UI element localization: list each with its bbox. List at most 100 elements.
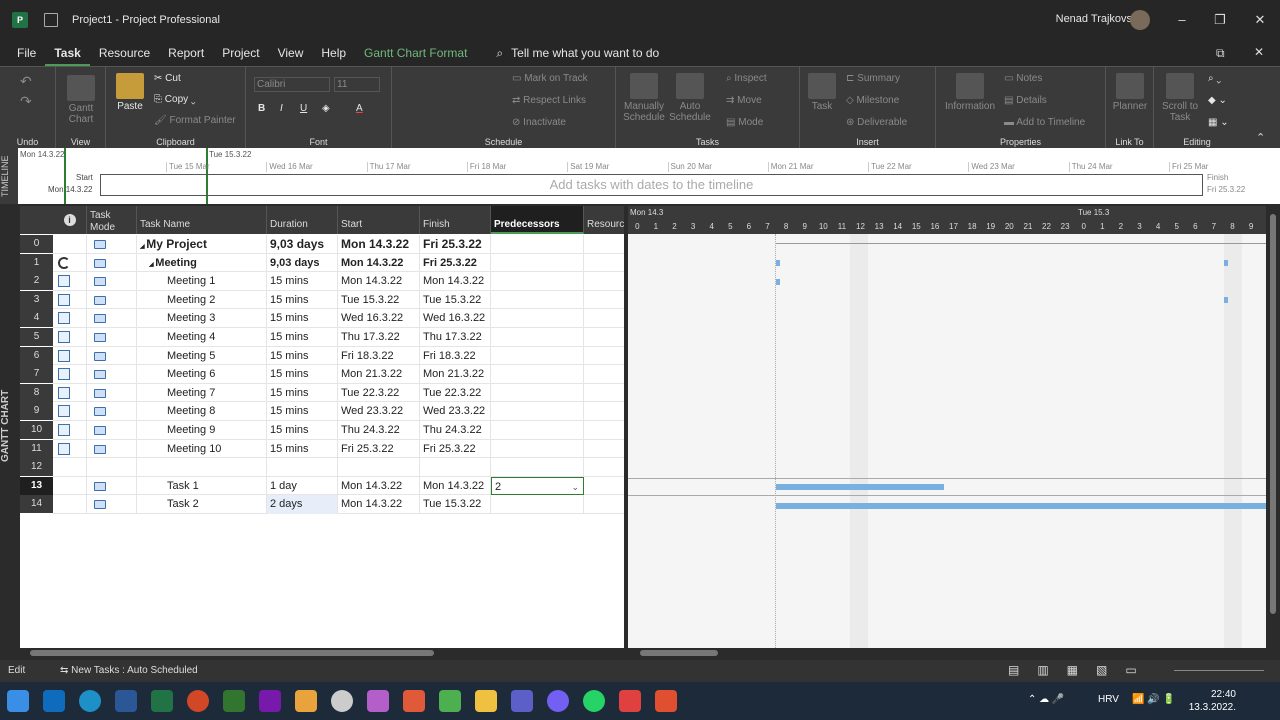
tab-project[interactable]: Project bbox=[213, 40, 268, 66]
finish-cell[interactable]: Wed 16.3.22 bbox=[420, 309, 491, 328]
predecessors-cell[interactable] bbox=[491, 328, 584, 347]
task-mode-cell[interactable] bbox=[87, 383, 137, 403]
start-cell[interactable] bbox=[338, 458, 420, 477]
indicator-cell[interactable] bbox=[53, 476, 87, 496]
ribbon-display-icon[interactable]: ⧉ bbox=[1216, 46, 1225, 61]
table-row[interactable]: Task 2 2 days Mon 14.3.22 Tue 15.3.22 bbox=[53, 495, 624, 514]
row-number[interactable]: 11 bbox=[20, 439, 53, 458]
gantt-bar-meeting[interactable] bbox=[1224, 260, 1228, 266]
minimize-icon[interactable]: – bbox=[1170, 8, 1194, 32]
row-number[interactable]: 7 bbox=[20, 365, 53, 384]
respect-links-button[interactable]: ⇄ Respect Links bbox=[512, 95, 586, 106]
maximize-icon[interactable]: ❐ bbox=[1208, 8, 1232, 32]
start-cell[interactable]: Fri 25.3.22 bbox=[338, 439, 420, 459]
scroll-to-task-button[interactable]: Scroll to Task bbox=[1158, 73, 1202, 123]
project-icon[interactable] bbox=[223, 690, 245, 712]
resource-cell[interactable] bbox=[584, 347, 624, 366]
move-button[interactable]: ⇉ Move bbox=[726, 95, 762, 106]
duration-cell[interactable]: 15 mins bbox=[267, 365, 338, 384]
row-number[interactable]: 0 bbox=[20, 235, 53, 253]
file-explorer-icon[interactable] bbox=[475, 690, 497, 712]
italic-button[interactable]: I bbox=[280, 103, 283, 114]
duration-cell[interactable]: 1 day bbox=[267, 476, 338, 496]
redo-icon[interactable]: ↷ bbox=[20, 93, 32, 110]
tab-task[interactable]: Task bbox=[45, 40, 90, 66]
find-icon[interactable]: ⌕ ⌄ bbox=[1208, 73, 1221, 84]
finish-cell[interactable]: Fri 18.3.22 bbox=[420, 346, 491, 366]
finish-cell[interactable]: Tue 15.3.22 bbox=[420, 495, 491, 514]
user-name[interactable]: Nenad Trajkovski bbox=[1056, 13, 1140, 25]
indicator-cell[interactable] bbox=[53, 328, 87, 347]
snagit-icon[interactable] bbox=[403, 690, 425, 712]
vertical-scrollbar[interactable] bbox=[1268, 206, 1278, 648]
indicator-cell[interactable] bbox=[53, 421, 87, 440]
task-mode-cell[interactable] bbox=[87, 439, 137, 459]
viber-icon[interactable] bbox=[547, 690, 569, 712]
onenote-icon[interactable] bbox=[259, 690, 281, 712]
predecessors-cell[interactable] bbox=[491, 235, 584, 254]
summary-button[interactable]: ⊏ Summary bbox=[846, 73, 900, 84]
app-icon[interactable] bbox=[295, 690, 317, 712]
resource-cell[interactable] bbox=[584, 495, 624, 514]
row-number[interactable]: 1 bbox=[20, 253, 53, 272]
row-number[interactable]: 10 bbox=[20, 421, 53, 439]
start-cell[interactable]: Mon 14.3.22 bbox=[338, 272, 420, 291]
insert-task-button[interactable]: Task bbox=[806, 73, 838, 112]
resource-cell[interactable] bbox=[584, 291, 624, 310]
resource-cell[interactable] bbox=[584, 402, 624, 421]
tab-help[interactable]: Help bbox=[312, 40, 355, 66]
duration-cell[interactable]: 9,03 days bbox=[267, 235, 338, 254]
task-mode-cell[interactable] bbox=[87, 253, 137, 273]
predecessors-cell[interactable] bbox=[491, 272, 584, 291]
scroll-thumb[interactable] bbox=[1270, 214, 1276, 614]
predecessors-cell[interactable] bbox=[491, 421, 584, 440]
duration-cell[interactable] bbox=[267, 458, 338, 477]
task-mode-cell[interactable] bbox=[87, 402, 137, 421]
indicator-cell[interactable] bbox=[53, 272, 87, 291]
indicator-cell[interactable] bbox=[53, 253, 87, 273]
predecessors-cell[interactable] bbox=[491, 402, 584, 421]
finish-cell[interactable]: Thu 17.3.22 bbox=[420, 328, 491, 347]
gantt-bar-meeting[interactable] bbox=[776, 260, 780, 266]
task-name-cell[interactable]: Meeting 8 bbox=[137, 402, 267, 421]
task-name-cell[interactable]: Meeting 4 bbox=[137, 328, 267, 347]
task-mode-cell[interactable] bbox=[87, 421, 137, 440]
gantt-summary-bar[interactable] bbox=[776, 243, 1266, 244]
clear-icon[interactable]: ◆ ⌄ bbox=[1208, 95, 1227, 106]
fill-icon[interactable]: ▦ ⌄ bbox=[1208, 117, 1229, 128]
timeline-pane[interactable]: TIMELINE Mon 14.3.22 Tue 15.3.22 Tue 15 … bbox=[0, 148, 1280, 204]
excel-icon[interactable] bbox=[151, 690, 173, 712]
word-icon[interactable] bbox=[115, 690, 137, 712]
resource-cell[interactable] bbox=[584, 328, 624, 347]
lock-icon[interactable] bbox=[331, 690, 353, 712]
duration-cell[interactable]: 15 mins bbox=[267, 328, 338, 347]
row-number[interactable]: 5 bbox=[20, 328, 53, 346]
table-row[interactable]: Meeting 3 15 mins Wed 16.3.22 Wed 16.3.22 bbox=[53, 309, 624, 328]
format-painter-button[interactable]: 🖌 Format Painter bbox=[154, 115, 236, 126]
indicator-cell[interactable] bbox=[53, 290, 87, 310]
task-name-column-header[interactable]: Task Name bbox=[137, 206, 267, 234]
predecessors-cell[interactable] bbox=[491, 346, 584, 366]
task-mode-cell[interactable] bbox=[87, 309, 137, 328]
task-mode-cell[interactable] bbox=[87, 235, 137, 254]
finish-cell[interactable]: Thu 24.3.22 bbox=[420, 421, 491, 440]
start-cell[interactable]: Tue 22.3.22 bbox=[338, 383, 420, 403]
table-row[interactable]: Meeting 2 15 mins Tue 15.3.22 Tue 15.3.22 bbox=[53, 290, 624, 310]
row-number[interactable]: 14 bbox=[20, 495, 53, 514]
dropdown-icon[interactable]: ⌄ bbox=[571, 478, 579, 495]
duration-cell[interactable]: 15 mins bbox=[267, 402, 338, 421]
clock[interactable]: 22:40 13.3.2022. bbox=[1189, 688, 1236, 714]
task-name-cell[interactable]: Meeting 2 bbox=[137, 290, 267, 310]
predecessors-column-header[interactable]: Predecessors bbox=[491, 206, 584, 234]
table-row[interactable]: Meeting 9 15 mins Thu 24.3.22 Thu 24.3.22 bbox=[53, 421, 624, 440]
edge-icon[interactable] bbox=[79, 690, 101, 712]
save-icon[interactable] bbox=[44, 13, 58, 27]
task-mode-cell[interactable] bbox=[87, 495, 137, 514]
predecessors-cell[interactable] bbox=[491, 495, 584, 514]
resource-cell[interactable] bbox=[584, 421, 624, 440]
finish-cell[interactable]: Tue 15.3.22 bbox=[420, 290, 491, 310]
task-name-cell[interactable]: Meeting 5 bbox=[137, 346, 267, 366]
table-row[interactable]: ◢ Meeting 9,03 days Mon 14.3.22 Fri 25.3.22 bbox=[53, 253, 624, 273]
finish-cell[interactable]: Fri 25.3.22 bbox=[420, 235, 491, 254]
whatsapp-icon[interactable] bbox=[583, 690, 605, 712]
